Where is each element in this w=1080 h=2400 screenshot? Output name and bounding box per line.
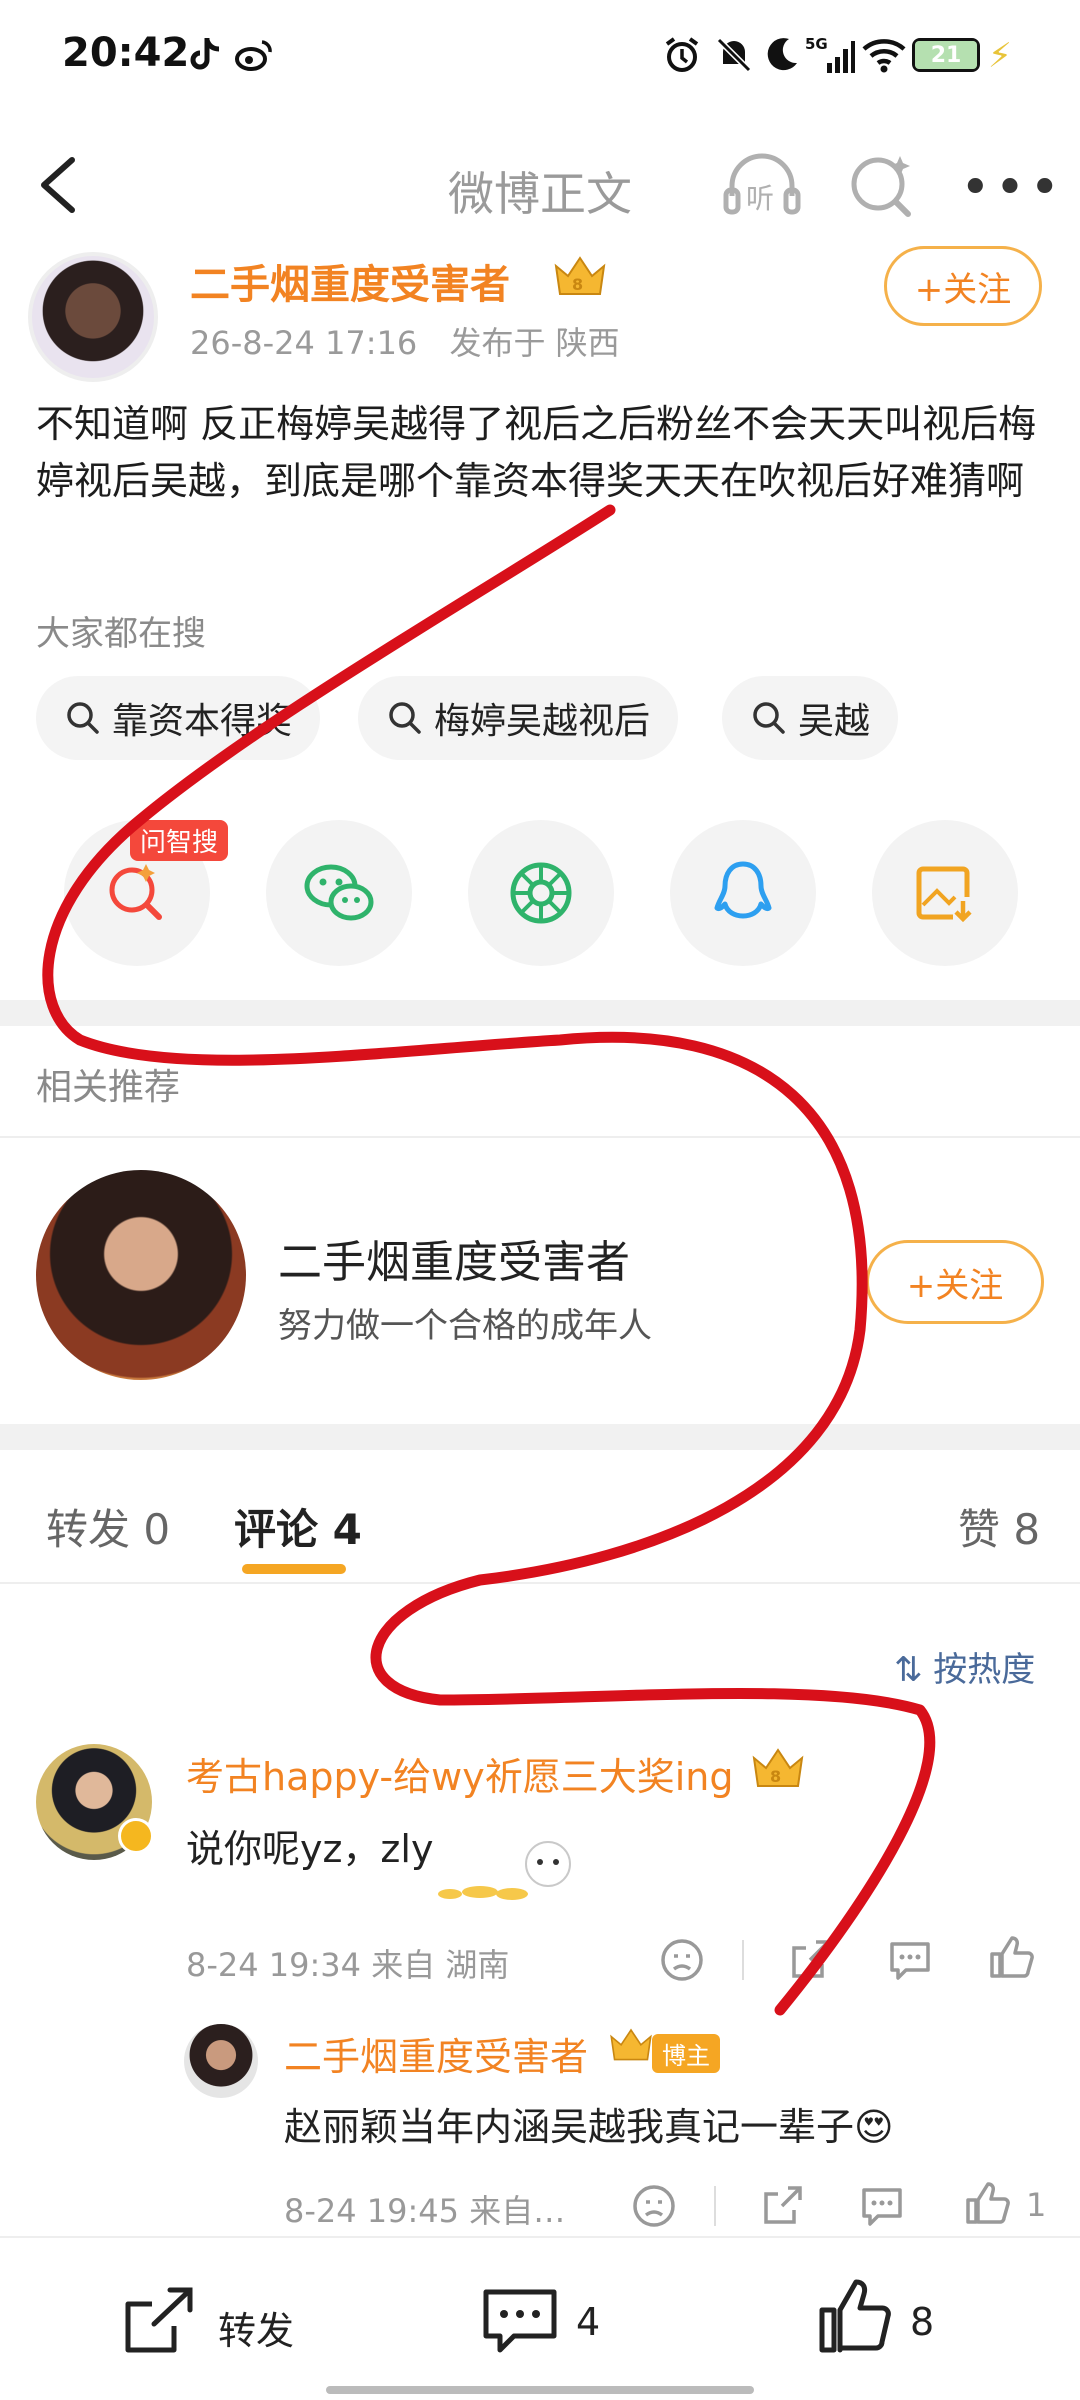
svg-text:8: 8 — [572, 275, 583, 294]
battery-icon: 21 — [912, 38, 980, 72]
comment-meta: 8-24 19:34 来自 湖南 — [186, 1946, 510, 1984]
comment-icon[interactable] — [886, 1936, 934, 1984]
zhisou-tag: 问智搜 — [130, 820, 229, 861]
crown-badge-icon: 8 — [750, 1744, 806, 1790]
wechat-icon — [304, 864, 374, 921]
mute-icon — [712, 34, 756, 76]
related-title: 相关推荐 — [36, 1067, 181, 1108]
search-chip[interactable]: 吴越 — [722, 676, 899, 760]
section-divider — [0, 1424, 1080, 1450]
post-location: 发布于 陕西 — [449, 324, 620, 362]
tiktok-icon — [184, 34, 224, 76]
post-timestamp: 26-8-24 17:16 — [190, 324, 418, 362]
search-chip-label: 吴越 — [798, 701, 871, 742]
action-separator — [742, 1940, 744, 1980]
moon-icon — [762, 34, 802, 76]
search-icon — [67, 702, 99, 734]
like-icon[interactable] — [964, 2180, 1012, 2228]
related-avatar[interactable] — [36, 1170, 246, 1380]
search-chip[interactable]: 靠资本得奖 — [36, 676, 321, 760]
section-divider — [0, 1000, 1080, 1026]
share-icon[interactable] — [786, 1936, 834, 1984]
decoration-sticker-icon — [420, 1834, 590, 1904]
sort-toggle[interactable]: ⇅ 按热度 — [894, 1642, 1035, 1691]
battery-level: 21 — [915, 41, 977, 69]
qq-icon — [714, 861, 772, 919]
moments-share-button[interactable] — [468, 820, 614, 966]
svg-text:5G: 5G — [805, 35, 828, 53]
search-icon — [753, 702, 785, 734]
wifi-icon — [860, 34, 908, 76]
author-badge: 博主 — [652, 2034, 720, 2073]
reply-like-count: 1 — [1026, 2186, 1047, 2224]
dislike-icon[interactable] — [658, 1936, 706, 1984]
author-avatar[interactable] — [28, 252, 158, 382]
weibo-icon — [232, 34, 276, 76]
action-separator — [714, 2186, 716, 2226]
qq-share-button[interactable] — [670, 820, 816, 966]
like-bar-icon[interactable] — [816, 2276, 896, 2356]
post-time: 26-8-24 17:16 发布于 陕西 — [190, 318, 620, 364]
tab-like[interactable]: 赞 8 — [958, 1496, 1040, 1557]
tab-comment[interactable]: 评论 4 — [234, 1496, 362, 1557]
charging-icon: ⚡ — [988, 36, 1012, 76]
status-time: 20:42 — [62, 30, 190, 76]
listen-label: 听 — [746, 182, 774, 215]
crown-badge-icon: 8 — [552, 252, 608, 298]
like-count[interactable]: 8 — [910, 2300, 934, 2344]
post-body: 不知道啊 反正梅婷吴越得了视后之后粉丝不会天天叫视后梅婷视后吴越，到底是哪个靠资… — [36, 402, 1037, 503]
comment-icon[interactable] — [858, 2182, 906, 2230]
comment-author[interactable]: 考古happy-给wy祈愿三大奖ing — [186, 1746, 733, 1801]
wechat-share-button[interactable] — [266, 820, 412, 966]
comment-count[interactable]: 4 — [576, 2300, 600, 2344]
reply-avatar[interactable] — [184, 2024, 258, 2098]
related-desc: 努力做一个合格的成年人 — [278, 1306, 652, 1346]
search-icon — [389, 702, 421, 734]
verified-badge-icon — [118, 1818, 154, 1854]
related-follow-button[interactable]: +关注 — [866, 1240, 1044, 1324]
tab-underline — [242, 1564, 346, 1574]
signal-icon: 5G — [804, 34, 856, 76]
divider — [0, 1582, 1080, 1584]
reply-text: 赵丽颖当年内涵吴越我真记一辈子😍 — [284, 2105, 894, 2149]
repost-button[interactable]: 转发 — [218, 2300, 294, 2355]
search-chip[interactable]: 梅婷吴越视后 — [358, 676, 679, 760]
home-indicator[interactable] — [326, 2386, 754, 2394]
reply-author[interactable]: 二手烟重度受害者 — [284, 2026, 588, 2081]
listen-button[interactable]: 听 — [722, 150, 802, 222]
tab-repost[interactable]: 转发 0 — [46, 1496, 170, 1557]
reply-meta: 8-24 19:45 来自… — [284, 2192, 566, 2230]
share-icon[interactable] — [758, 2182, 806, 2230]
dislike-icon[interactable] — [630, 2182, 678, 2230]
svg-text:8: 8 — [770, 1767, 781, 1786]
search-chip-label: 梅婷吴越视后 — [434, 701, 651, 742]
crown-badge-icon — [608, 2024, 654, 2064]
alarm-icon — [660, 34, 704, 76]
related-name[interactable]: 二手烟重度受害者 — [278, 1226, 630, 1290]
author-name[interactable]: 二手烟重度受害者 — [190, 252, 510, 310]
save-image-button[interactable] — [872, 820, 1018, 966]
comment-bar-icon[interactable] — [480, 2284, 560, 2358]
search-hint-label: 大家都在搜 — [36, 614, 206, 654]
divider — [0, 1136, 1080, 1138]
search-button[interactable] — [846, 148, 916, 220]
comment-text: 说你呢yz，zly — [186, 1827, 434, 1871]
repost-icon[interactable] — [120, 2284, 200, 2358]
moments-icon — [510, 862, 572, 924]
more-button[interactable]: ••• — [960, 158, 1060, 218]
search-chip-label: 靠资本得奖 — [112, 701, 293, 742]
page-title: 微博正文 — [448, 167, 632, 221]
zhisou-icon — [109, 864, 162, 920]
follow-button[interactable]: +关注 — [884, 246, 1042, 326]
like-icon[interactable] — [988, 1934, 1036, 1982]
image-download-icon — [916, 866, 972, 923]
